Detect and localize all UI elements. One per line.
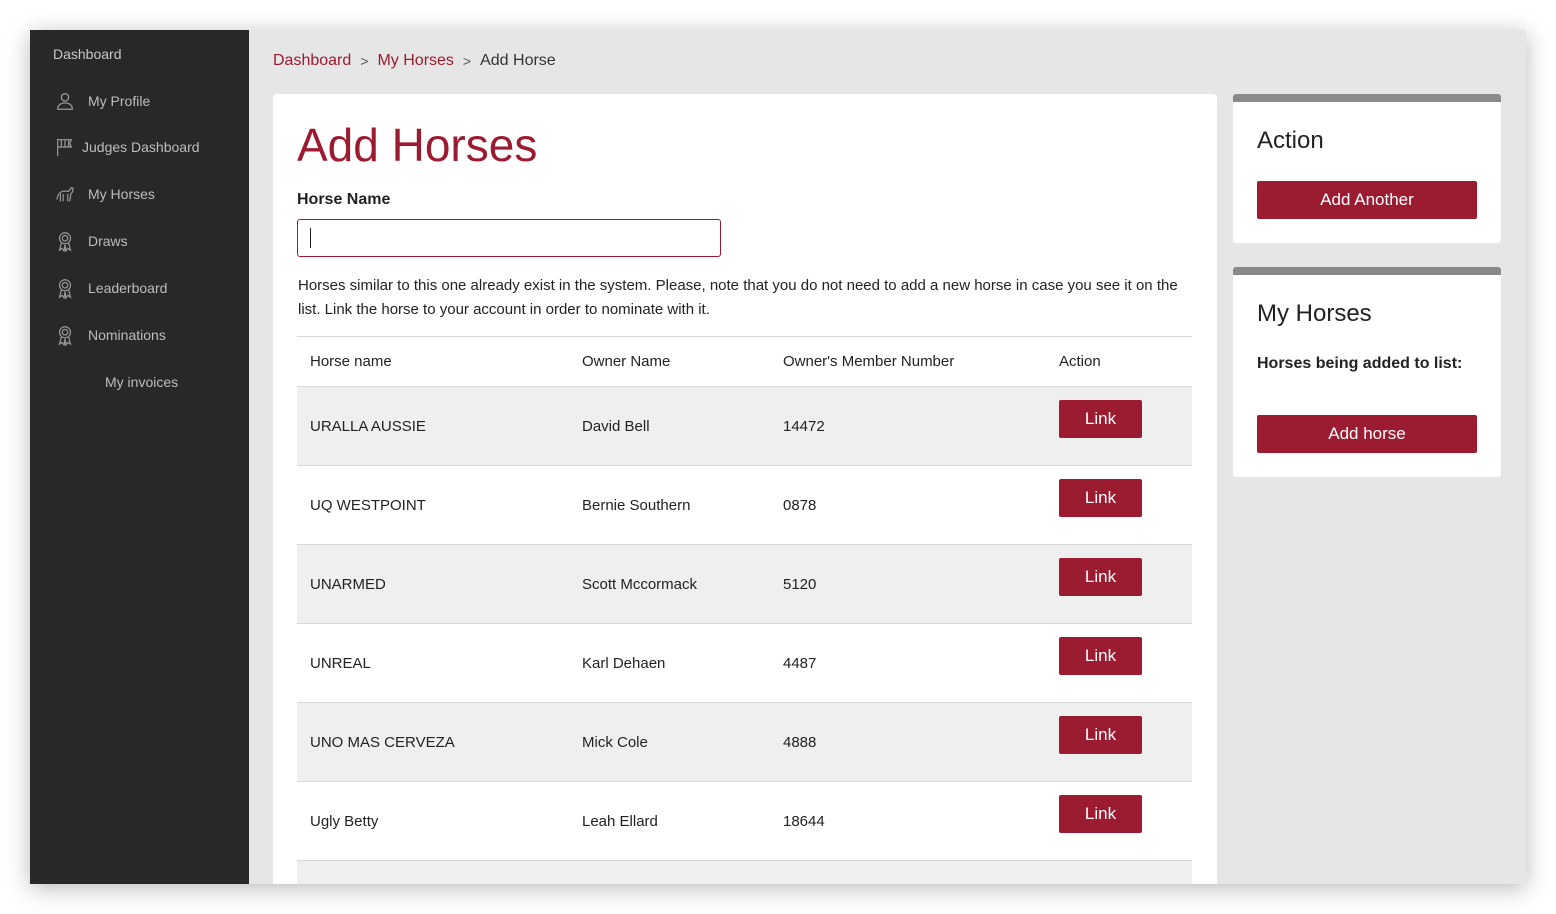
sidebar-item-label: My invoices	[105, 374, 179, 390]
column-header: Owner Name	[569, 336, 770, 387]
horses-being-added-label: Horses being added to list:	[1257, 355, 1463, 372]
owner-name-cell: Mick Cole	[569, 702, 770, 782]
sidebar-item-label: Draws	[88, 233, 128, 249]
link-button[interactable]: Link	[1059, 795, 1142, 833]
action-card-title: Action	[1257, 127, 1324, 154]
breadcrumb-link-my-horses[interactable]: My Horses	[377, 52, 453, 70]
horse-name-cell: UNARMED	[297, 544, 569, 624]
horse-name-cell: UNO MAS CERVEZA	[297, 702, 569, 782]
link-button[interactable]: Link	[1059, 400, 1142, 438]
owner-name-cell	[569, 860, 770, 884]
link-button[interactable]: Link	[1059, 558, 1142, 596]
owner-name-cell: Scott Mccormack	[569, 544, 770, 624]
horse-name-input[interactable]	[297, 219, 721, 257]
table-row: Ugly Betty Leah Ellard 18644 Link	[297, 781, 1192, 861]
member-number-cell	[770, 860, 1046, 884]
member-number-cell: 0878	[770, 465, 1046, 545]
sidebar-item-my-profile[interactable]: My Profile	[52, 86, 242, 116]
ribbon-icon	[52, 228, 78, 254]
breadcrumb: Dashboard > My Horses > Add Horse	[273, 52, 556, 70]
similar-horses-notice: Horses similar to this one already exist…	[298, 277, 1178, 318]
app-window: Dashboard My Profile Judges Dashboard My…	[30, 30, 1526, 884]
action-cell: Link	[1046, 702, 1192, 782]
sidebar-item-my-horses[interactable]: My Horses	[52, 179, 242, 209]
add-horses-card: Add Horses Horse Name Horses similar to …	[273, 94, 1217, 884]
table-row	[297, 860, 1192, 884]
my-horses-card: My Horses Horses being added to list: Ad…	[1233, 267, 1501, 477]
sidebar-item-label: Nominations	[88, 327, 166, 343]
table-row: UNREAL Karl Dehaen 4487 Link	[297, 623, 1192, 703]
sidebar-header[interactable]: Dashboard	[53, 46, 122, 62]
sidebar-item-label: Judges Dashboard	[82, 139, 200, 155]
sidebar-item-draws[interactable]: Draws	[52, 226, 242, 256]
horse-name-cell: UQ WESTPOINT	[297, 465, 569, 545]
table-header-row: Horse name Owner Name Owner's Member Num…	[297, 336, 1192, 387]
member-number-cell: 5120	[770, 544, 1046, 624]
flag-icon	[52, 134, 78, 160]
member-number-cell: 4487	[770, 623, 1046, 703]
action-cell: Link	[1046, 544, 1192, 624]
table-row: URALLA AUSSIE David Bell 14472 Link	[297, 386, 1192, 466]
page-title: Add Horses	[297, 119, 538, 171]
sidebar-item-label: My Profile	[88, 93, 151, 109]
sidebar-item-judges-dashboard[interactable]: Judges Dashboard	[52, 132, 242, 162]
breadcrumb-separator: >	[462, 53, 472, 69]
action-cell	[1046, 860, 1192, 884]
table-row: UNARMED Scott Mccormack 5120 Link	[297, 544, 1192, 624]
owner-name-cell: David Bell	[569, 386, 770, 466]
sidebar-item-label: My Horses	[88, 186, 155, 202]
owner-name-cell: Karl Dehaen	[569, 623, 770, 703]
member-number-cell: 4888	[770, 702, 1046, 782]
action-cell: Link	[1046, 781, 1192, 861]
ribbon-icon	[52, 275, 78, 301]
member-number-cell: 14472	[770, 386, 1046, 466]
sidebar-item-my-invoices[interactable]: My invoices	[105, 367, 295, 397]
horse-name-label: Horse Name	[297, 191, 391, 208]
horse-name-cell: URALLA AUSSIE	[297, 386, 569, 466]
action-cell: Link	[1046, 623, 1192, 703]
add-another-button[interactable]: Add Another	[1257, 181, 1477, 219]
table-row: UQ WESTPOINT Bernie Southern 0878 Link	[297, 465, 1192, 545]
breadcrumb-link-dashboard[interactable]: Dashboard	[273, 52, 351, 70]
add-horse-button[interactable]: Add horse	[1257, 415, 1477, 453]
owner-name-cell: Bernie Southern	[569, 465, 770, 545]
horse-icon	[52, 181, 78, 207]
my-horses-card-title: My Horses	[1257, 300, 1372, 327]
horse-name-cell	[297, 860, 569, 884]
column-header: Action	[1046, 336, 1192, 387]
breadcrumb-current: Add Horse	[480, 52, 556, 69]
link-button[interactable]: Link	[1059, 716, 1142, 754]
action-cell: Link	[1046, 465, 1192, 545]
sidebar: Dashboard My Profile Judges Dashboard My…	[30, 30, 249, 884]
sidebar-item-label: Leaderboard	[88, 280, 168, 296]
ribbon-icon	[52, 322, 78, 348]
breadcrumb-separator: >	[360, 53, 369, 69]
text-caret	[310, 228, 311, 248]
column-header: Horse name	[297, 336, 569, 387]
sidebar-item-leaderboard[interactable]: Leaderboard	[52, 273, 242, 303]
table-row: UNO MAS CERVEZA Mick Cole 4888 Link	[297, 702, 1192, 782]
link-button[interactable]: Link	[1059, 637, 1142, 675]
sidebar-item-nominations[interactable]: Nominations	[52, 320, 242, 350]
member-number-cell: 18644	[770, 781, 1046, 861]
action-cell: Link	[1046, 386, 1192, 466]
link-button[interactable]: Link	[1059, 479, 1142, 517]
user-icon	[52, 88, 78, 114]
similar-horses-table: Horse name Owner Name Owner's Member Num…	[297, 336, 1192, 884]
owner-name-cell: Leah Ellard	[569, 781, 770, 861]
column-header: Owner's Member Number	[770, 336, 1046, 387]
horse-name-cell: UNREAL	[297, 623, 569, 703]
horse-name-cell: Ugly Betty	[297, 781, 569, 861]
action-card: Action Add Another	[1233, 94, 1501, 243]
